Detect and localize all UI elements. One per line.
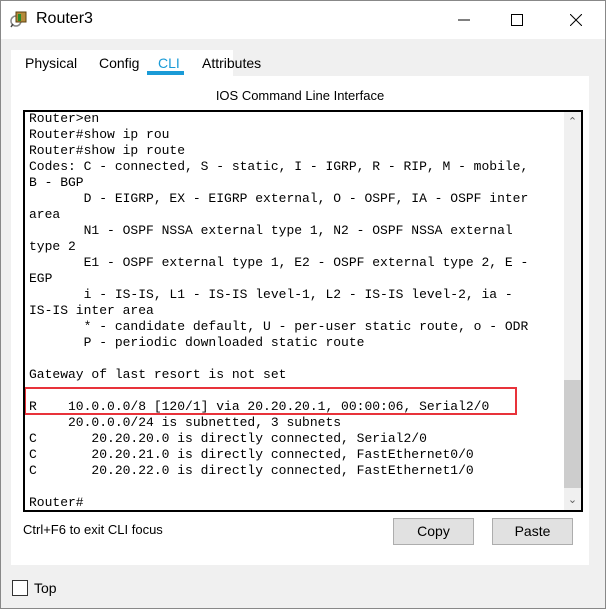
terminal-line: B - BGP (29, 175, 84, 190)
cli-terminal[interactable]: Router>en Router#show ip rou Router#show i… (23, 110, 583, 512)
terminal-output: Router>en Router#show ip rou Router#show i… (29, 111, 529, 510)
highlight-box (25, 387, 517, 415)
close-button[interactable] (553, 1, 599, 39)
tab-attributes[interactable]: Attributes (202, 55, 261, 71)
terminal-scrollbar[interactable]: ⌃ ⌄ (564, 112, 581, 510)
terminal-line: * - candidate default, U - per-user stat… (29, 319, 529, 334)
terminal-line: type 2 (29, 239, 76, 254)
terminal-line: C 20.20.20.0 is directly connected, Seri… (29, 431, 427, 446)
terminal-line: IS-IS inter area (29, 303, 154, 318)
tab-physical[interactable]: Physical (25, 55, 77, 71)
maximize-icon (511, 14, 523, 26)
close-icon (570, 14, 582, 26)
terminal-line: Gateway of last resort is not set (29, 367, 287, 382)
scroll-up-icon[interactable]: ⌃ (564, 114, 581, 130)
minimize-button[interactable] (441, 1, 487, 39)
terminal-line: P - periodic downloaded static route (29, 335, 365, 350)
terminal-line: i - IS-IS, L1 - IS-IS level-1, L2 - IS-I… (29, 287, 513, 302)
minimize-icon (458, 19, 470, 21)
device-panel: Physical Config CLI Attributes IOS Comma… (11, 50, 602, 565)
router-window: Router3 Physical Config CLI Attributes I… (0, 0, 606, 609)
terminal-line: Codes: C - connected, S - static, I - IG… (29, 159, 529, 174)
router-app-icon (10, 11, 27, 28)
terminal-line: Router#show ip route (29, 143, 186, 158)
tab-bar: Physical Config CLI Attributes (11, 50, 261, 76)
terminal-line: 20.0.0.0/24 is subnetted, 3 subnets (29, 415, 342, 430)
top-checkbox-label: Top (34, 580, 57, 596)
active-tab-indicator (147, 71, 184, 75)
title-bar[interactable]: Router3 (1, 1, 605, 39)
tab-cli[interactable]: CLI (158, 55, 180, 71)
terminal-line: C 20.20.21.0 is directly connected, Fast… (29, 447, 474, 462)
window-title: Router3 (36, 10, 93, 27)
copy-button[interactable]: Copy (393, 518, 474, 545)
paste-button[interactable]: Paste (492, 518, 573, 545)
top-checkbox[interactable] (12, 580, 28, 596)
scroll-down-icon[interactable]: ⌄ (564, 492, 581, 508)
exit-cli-hint: Ctrl+F6 to exit CLI focus (23, 522, 163, 537)
terminal-line: N1 - OSPF NSSA external type 1, N2 - OSP… (29, 223, 513, 238)
scroll-thumb[interactable] (564, 380, 581, 488)
tab-config[interactable]: Config (99, 55, 139, 71)
cli-content: IOS Command Line Interface Router>en Rout… (11, 76, 589, 565)
terminal-line: D - EIGRP, EX - EIGRP external, O - OSPF… (29, 191, 529, 206)
terminal-line: E1 - OSPF external type 1, E2 - OSPF ext… (29, 255, 529, 270)
cli-title: IOS Command Line Interface (215, 88, 385, 103)
terminal-line: EGP (29, 271, 53, 286)
terminal-line: C 20.20.22.0 is directly connected, Fast… (29, 463, 474, 478)
terminal-line: Router#show ip rou (29, 127, 170, 142)
terminal-line: area (29, 207, 61, 222)
terminal-line: Router>en (29, 111, 100, 126)
maximize-button[interactable] (494, 1, 540, 39)
terminal-line: Router# (29, 495, 84, 510)
